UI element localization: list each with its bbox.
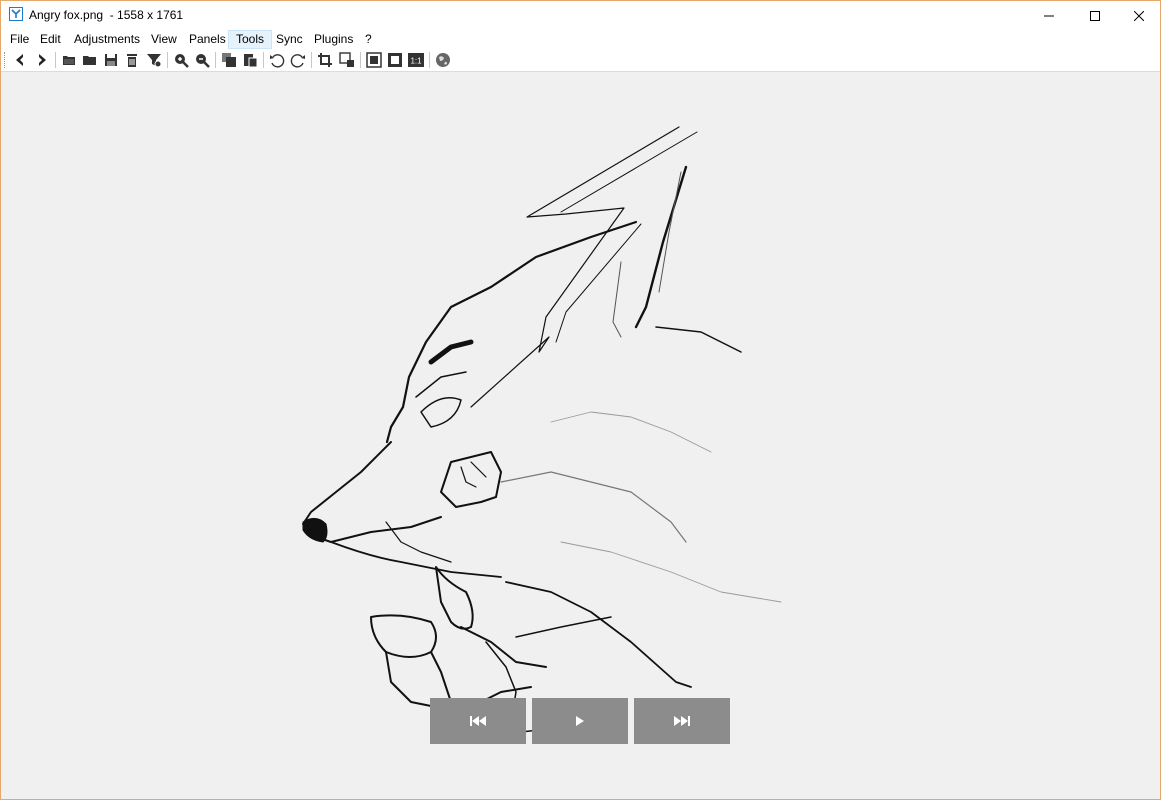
rotate-right-icon	[290, 54, 305, 68]
save-icon	[105, 54, 117, 66]
play-icon	[576, 716, 584, 726]
toolbar-separator	[263, 52, 264, 68]
zoom-in-button[interactable]	[172, 51, 190, 69]
actual-size-icon: 1:1	[408, 53, 424, 67]
menu-panels[interactable]: Panels	[182, 30, 233, 49]
rotate-left-button[interactable]	[268, 51, 286, 69]
save-button[interactable]	[102, 51, 120, 69]
zoom-out-button[interactable]	[193, 51, 211, 69]
rotate-right-button[interactable]	[289, 51, 307, 69]
web-icon	[436, 53, 450, 67]
menu-edit[interactable]: Edit	[33, 30, 68, 49]
toolbar-separator	[167, 52, 168, 68]
minimize-icon	[1043, 15, 1054, 16]
toolbar-grip[interactable]	[4, 52, 8, 68]
menu-file[interactable]: File	[3, 30, 36, 49]
rotate-left-icon	[270, 54, 285, 68]
play-slideshow-button[interactable]	[532, 698, 628, 744]
close-icon	[1133, 10, 1144, 21]
toolbar-separator	[215, 52, 216, 68]
paste-icon	[244, 54, 258, 68]
menu-sync[interactable]: Sync	[269, 30, 310, 49]
open-folder-icon	[83, 56, 96, 65]
web-button[interactable]	[434, 51, 452, 69]
forward-button[interactable]	[33, 51, 51, 69]
title-bar[interactable]: Angry fox.png - 1558 x 1761	[1, 1, 1160, 30]
forward-icon	[39, 54, 46, 66]
maximize-icon	[1089, 10, 1100, 21]
delete-button[interactable]	[123, 51, 141, 69]
filter-button[interactable]	[145, 51, 163, 69]
next-image-button[interactable]	[634, 698, 730, 744]
crop-icon	[318, 53, 332, 67]
previous-icon	[470, 716, 486, 726]
back-icon	[16, 54, 23, 66]
copy-icon	[222, 53, 236, 67]
menu-plugins[interactable]: Plugins	[307, 30, 360, 49]
menu-bar: File Edit Adjustments View Panels Tools …	[1, 30, 1160, 49]
close-button[interactable]	[1116, 1, 1161, 30]
app-window: Angry fox.png - 1558 x 1761 File Edit Ad…	[0, 0, 1161, 800]
open-folder-button[interactable]	[81, 51, 99, 69]
toolbar-separator	[311, 52, 312, 68]
resize-button[interactable]	[338, 51, 356, 69]
zoom-in-icon	[175, 54, 189, 68]
fullscreen-icon	[388, 53, 402, 67]
back-button[interactable]	[11, 51, 29, 69]
open-file-icon	[63, 56, 75, 65]
menu-view[interactable]: View	[144, 30, 184, 49]
window-title: Angry fox.png - 1558 x 1761	[29, 8, 184, 22]
paste-button[interactable]	[241, 51, 259, 69]
copy-button[interactable]	[220, 51, 238, 69]
menu-help[interactable]: ?	[358, 30, 379, 49]
toolbar-separator	[360, 52, 361, 68]
menu-adjustments[interactable]: Adjustments	[67, 30, 147, 49]
resize-icon	[339, 52, 354, 67]
fullscreen-button[interactable]	[386, 51, 404, 69]
zoom-out-icon	[196, 54, 210, 68]
crop-button[interactable]	[316, 51, 334, 69]
svg-text:1:1: 1:1	[410, 57, 422, 66]
actual-size-button[interactable]: 1:1	[407, 51, 425, 69]
fit-window-icon	[366, 52, 382, 68]
toolbar-separator	[429, 52, 430, 68]
filter-icon	[147, 54, 162, 68]
image-viewer-canvas[interactable]	[1, 72, 1160, 799]
open-file-button[interactable]	[60, 51, 78, 69]
menu-tools[interactable]: Tools	[228, 30, 273, 49]
fit-window-button[interactable]	[365, 51, 383, 69]
toolbar-separator	[55, 52, 56, 68]
fox-drawing-image	[302, 126, 782, 738]
maximize-button[interactable]	[1072, 1, 1117, 30]
previous-image-button[interactable]	[430, 698, 526, 744]
toolbar: 1:1	[1, 49, 1160, 72]
app-logo-icon	[9, 7, 23, 21]
delete-icon	[127, 54, 137, 67]
next-icon	[674, 716, 690, 726]
minimize-button[interactable]	[1026, 1, 1071, 30]
